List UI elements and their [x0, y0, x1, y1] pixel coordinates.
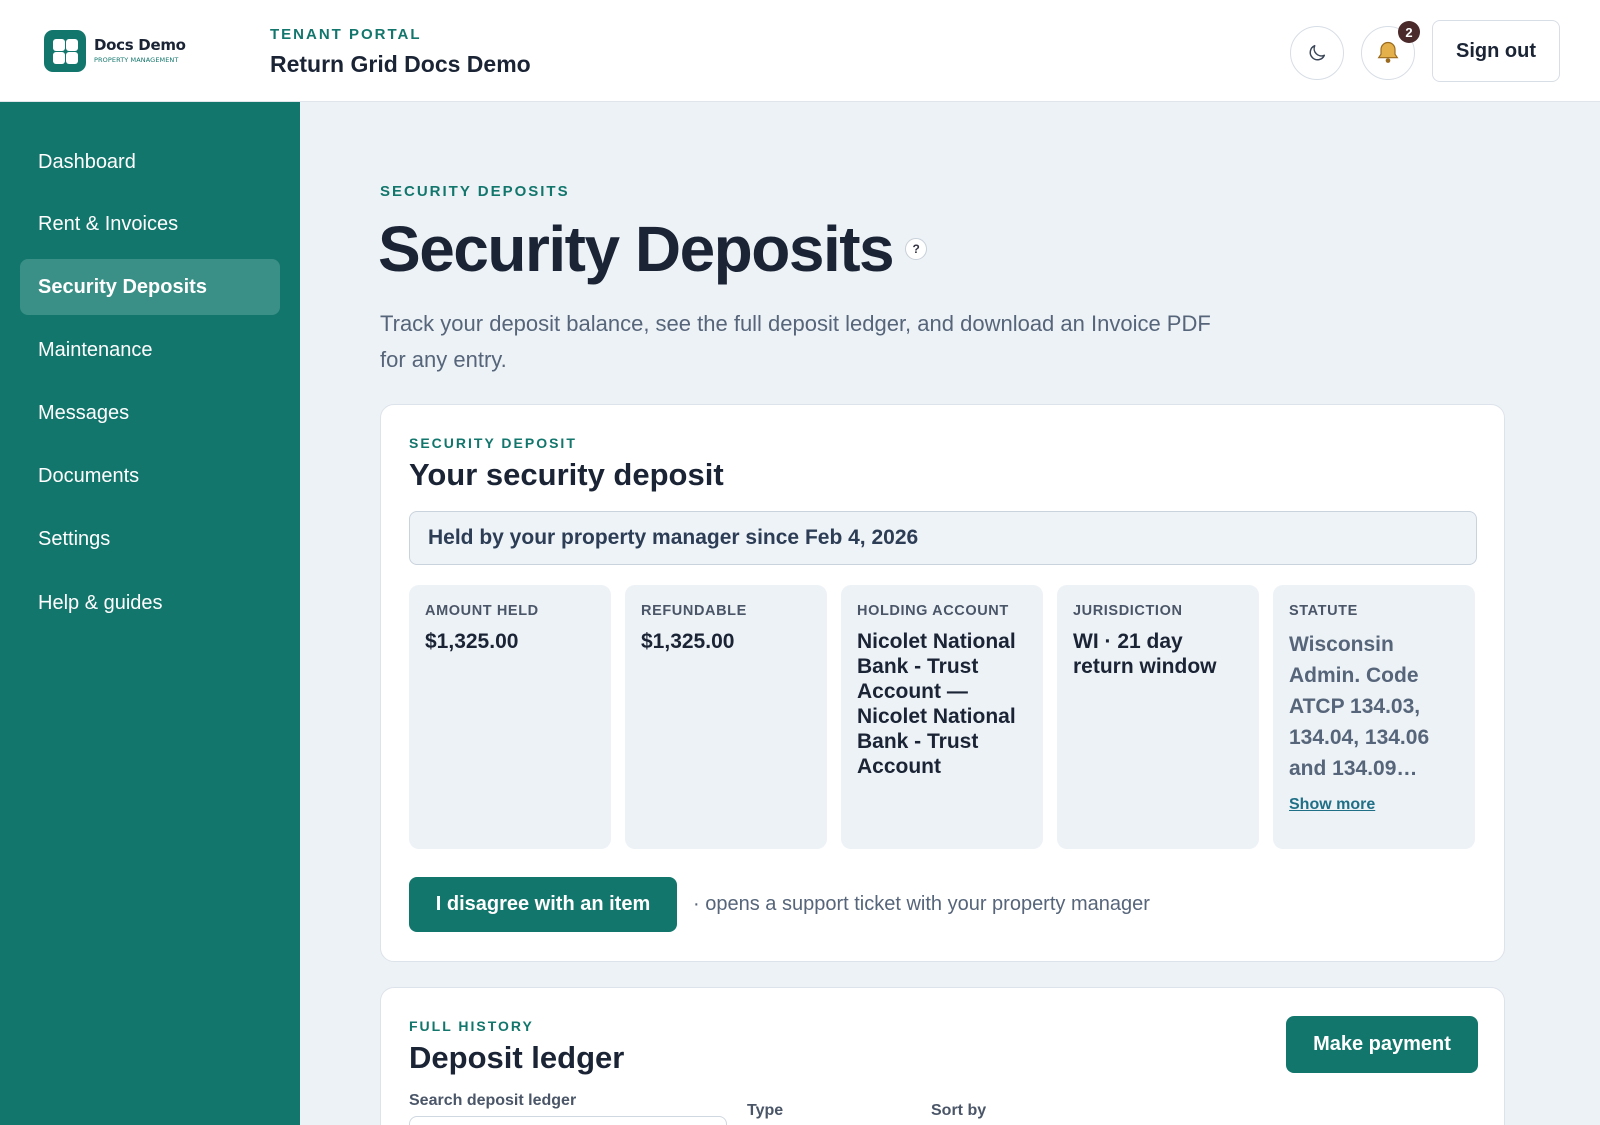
help-icon[interactable]: ?: [905, 238, 928, 260]
sidebar-item-maintenance[interactable]: Maintenance: [20, 322, 280, 378]
page-description: Track your deposit balance, see the full…: [380, 311, 1211, 372]
search-label: Search deposit ledger: [409, 1092, 577, 1109]
show-more-link[interactable]: Show more: [1289, 796, 1375, 814]
sidebar-item-settings[interactable]: Settings: [20, 511, 280, 567]
stat-label: JURISDICTION: [1073, 603, 1183, 619]
stat-amount-held: AMOUNT HELD $1,325.00: [409, 585, 611, 849]
security-deposit-card: SECURITY DEPOSIT Your security deposit H…: [380, 404, 1505, 962]
logo[interactable]: Docs Demo PROPERTY MANAGEMENT: [44, 30, 186, 72]
moon-icon: [1309, 44, 1326, 61]
stat-value: WI · 21 day return window: [1073, 630, 1217, 678]
disagree-note: · opens a support ticket with your prope…: [693, 893, 1150, 915]
top-bar: Docs Demo PROPERTY MANAGEMENT TENANT POR…: [0, 0, 1600, 102]
ledger-card-title: Deposit ledger: [409, 1040, 625, 1075]
stat-value: $1,325.00: [641, 630, 735, 653]
stat-label: STATUTE: [1289, 603, 1358, 619]
sidebar-item-help-guides[interactable]: Help & guides: [20, 575, 280, 631]
logo-grid-icon: [44, 30, 86, 72]
portal-brand: TENANT PORTAL Return Grid Docs Demo: [270, 26, 531, 78]
page-eyebrow: SECURITY DEPOSITS: [380, 183, 570, 200]
sign-out-button[interactable]: Sign out: [1432, 20, 1560, 82]
stat-label: HOLDING ACCOUNT: [857, 603, 1009, 619]
sidebar-item-rent-invoices[interactable]: Rent & Invoices: [20, 196, 280, 252]
make-payment-button[interactable]: Make payment: [1286, 1016, 1478, 1073]
stat-label: AMOUNT HELD: [425, 603, 539, 619]
stat-jurisdiction: JURISDICTION WI · 21 day return window: [1057, 585, 1259, 849]
stat-refundable: REFUNDABLE $1,325.00: [625, 585, 827, 849]
page-title-wrap: Security Deposits ?: [378, 212, 928, 286]
disagree-button[interactable]: I disagree with an item: [409, 877, 677, 932]
sidebar: Dashboard Rent & Invoices Security Depos…: [0, 102, 300, 1125]
stat-value: $1,325.00: [425, 630, 519, 653]
sidebar-item-documents[interactable]: Documents: [20, 448, 280, 504]
bell-icon: [1377, 41, 1399, 63]
ledger-card-eyebrow: FULL HISTORY: [409, 1018, 534, 1034]
notifications-button[interactable]: 2: [1361, 21, 1420, 80]
page-title: Security Deposits: [378, 213, 895, 285]
sidebar-item-dashboard[interactable]: Dashboard: [20, 134, 280, 190]
search-ledger-input[interactable]: [409, 1116, 727, 1125]
stat-value: Wisconsin Admin. Code ATCP 134.03, 134.0…: [1289, 633, 1430, 780]
sidebar-item-security-deposits[interactable]: Security Deposits: [20, 259, 280, 315]
stat-label: REFUNDABLE: [641, 603, 747, 619]
deposit-card-title: Your security deposit: [409, 457, 724, 492]
type-filter-label: Type: [747, 1102, 784, 1119]
portal-eyebrow: TENANT PORTAL: [270, 26, 422, 43]
logo-subtitle: PROPERTY MANAGEMENT: [94, 56, 179, 65]
logo-name: Docs Demo: [94, 36, 186, 55]
deposit-ledger-card: FULL HISTORY Deposit ledger Make payment…: [380, 987, 1505, 1125]
notification-count-badge: 2: [1398, 21, 1420, 43]
deposit-card-eyebrow: SECURITY DEPOSIT: [409, 435, 577, 451]
stat-value: Nicolet National Bank - Trust Account — …: [857, 630, 1016, 778]
stat-statute: STATUTE Wisconsin Admin. Code ATCP 134.0…: [1273, 585, 1475, 849]
stat-holding-account: HOLDING ACCOUNT Nicolet National Bank - …: [841, 585, 1043, 849]
sort-by-label: Sort by: [931, 1102, 987, 1119]
theme-toggle-button[interactable]: [1290, 26, 1344, 80]
sidebar-item-messages[interactable]: Messages: [20, 385, 280, 441]
held-since-banner: Held by your property manager since Feb …: [409, 511, 1477, 565]
portal-title: Return Grid Docs Demo: [270, 51, 531, 77]
